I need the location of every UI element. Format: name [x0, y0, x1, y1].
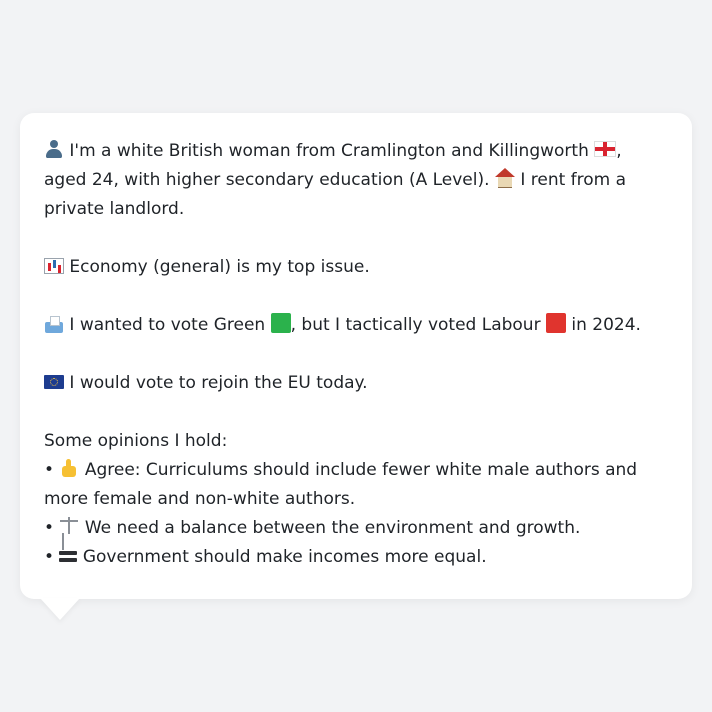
- bullet: •: [44, 547, 60, 567]
- opinion-item: • Government should make incomes more eq…: [44, 543, 668, 572]
- intro-paragraph: I'm a white British woman from Cramlingt…: [44, 137, 668, 224]
- thumbs-up-icon: [59, 458, 79, 478]
- opinion-item: • We need a balance between the environm…: [44, 514, 668, 543]
- bubble-tail: [40, 598, 80, 620]
- eu-text: I would vote to rejoin the EU today.: [64, 373, 368, 393]
- green-square-icon: [270, 313, 291, 333]
- opinion-item: • Agree: Curriculums should include fewe…: [44, 456, 668, 514]
- opinions-heading: Some opinions I hold:: [44, 431, 228, 451]
- england-flag-icon: [594, 141, 617, 157]
- opinion-text: We need a balance between the environmen…: [79, 518, 581, 538]
- ballot-box-icon: [44, 315, 64, 333]
- opinion-text: Government should make incomes more equa…: [77, 547, 487, 567]
- bullet: •: [44, 460, 60, 480]
- vote-text-1: I wanted to vote Green: [64, 315, 271, 335]
- chart-icon: [44, 258, 64, 274]
- opinions-paragraph: Some opinions I hold: • Agree: Curriculu…: [44, 427, 668, 572]
- vote-paragraph: I wanted to vote Green , but I tacticall…: [44, 311, 668, 340]
- message-bubble: I'm a white British woman from Cramlingt…: [20, 113, 692, 599]
- vote-text-2: , but I tactically voted Labour: [290, 315, 546, 335]
- vote-text-3: in 2024.: [565, 315, 641, 335]
- person-silhouette-icon: [44, 139, 64, 159]
- eu-flag-icon: [44, 375, 64, 389]
- issue-text: Economy (general) is my top issue.: [64, 257, 370, 277]
- opinion-text: Agree: Curriculums should include fewer …: [44, 460, 638, 509]
- eu-paragraph: I would vote to rejoin the EU today.: [44, 369, 668, 398]
- heavy-equals-icon: [59, 549, 78, 563]
- bullet: •: [44, 518, 60, 538]
- intro-text-1: I'm a white British woman from Cramlingt…: [64, 141, 595, 161]
- issue-paragraph: Economy (general) is my top issue.: [44, 253, 668, 282]
- balance-scale-icon: [59, 516, 79, 536]
- house-icon: [494, 168, 515, 188]
- red-square-icon: [545, 313, 566, 333]
